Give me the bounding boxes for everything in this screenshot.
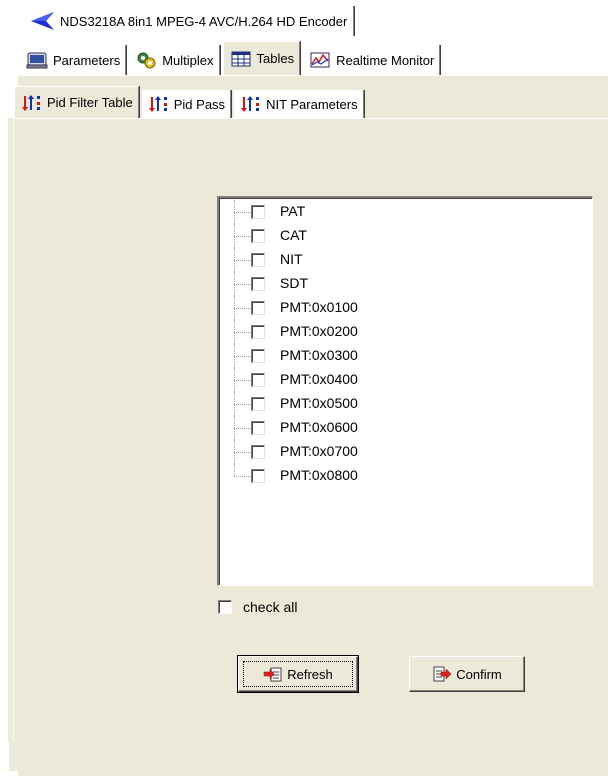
tab-pid-pass[interactable]: Pid Pass: [141, 90, 232, 118]
pid-label: PMT:0x0400: [280, 371, 358, 387]
confirm-icon: [433, 666, 452, 682]
check-all-control[interactable]: check all: [218, 598, 297, 616]
pid-checkbox[interactable]: [251, 301, 265, 315]
pid-icon: [22, 94, 40, 111]
tree-row-pmt-0x0300[interactable]: PMT:0x0300: [219, 344, 592, 368]
pid-filter-panel-footer: [8, 742, 608, 771]
tree-connector: [234, 464, 235, 476]
realtime-monitor-icon: [310, 52, 330, 68]
pid-tree-list[interactable]: PAT CAT NIT SDT PMT:0x0100 PMT:0x0200 PM…: [217, 196, 593, 586]
tree-connector: [234, 452, 251, 453]
pid-checkbox[interactable]: [251, 469, 265, 483]
tab-nit-parameters-label: NIT Parameters: [266, 96, 358, 112]
pid-label: PMT:0x0200: [280, 323, 358, 339]
tree-row-pmt-0x0100[interactable]: PMT:0x0100: [219, 296, 592, 320]
tab-multiplex[interactable]: Multiplex: [129, 45, 220, 75]
tree-connector: [234, 404, 251, 405]
tree-connector: [234, 476, 251, 477]
focus-rectangle: [243, 661, 353, 687]
tree-connector: [234, 332, 251, 333]
pid-label: SDT: [280, 275, 308, 291]
pid-label: CAT: [280, 227, 307, 243]
pid-label: NIT: [280, 251, 303, 267]
tree-row-pmt-0x0500[interactable]: PMT:0x0500: [219, 392, 592, 416]
pid-label: PMT:0x0800: [280, 467, 358, 483]
pid-checkbox[interactable]: [251, 373, 265, 387]
pid-checkbox[interactable]: [251, 421, 265, 435]
tree-row-pmt-0x0400[interactable]: PMT:0x0400: [219, 368, 592, 392]
tree-row-pmt-0x0700[interactable]: PMT:0x0700: [219, 440, 592, 464]
tab-pid-pass-label: Pid Pass: [173, 96, 226, 112]
tree-row-pmt-0x0200[interactable]: PMT:0x0200: [219, 320, 592, 344]
encoder-window: NDS3218A 8in1 MPEG-4 AVC/H.264 HD Encode…: [0, 0, 608, 776]
tree-row-sdt[interactable]: SDT: [219, 272, 592, 296]
pid-checkbox[interactable]: [251, 325, 265, 339]
tree-connector: [234, 260, 251, 261]
pid-checkbox[interactable]: [251, 445, 265, 459]
tree-row-nit[interactable]: NIT: [219, 248, 592, 272]
tab-parameters[interactable]: Parameters: [20, 45, 127, 75]
tab-nit-parameters[interactable]: NIT Parameters: [234, 90, 364, 118]
tree-connector: [234, 428, 251, 429]
refresh-button[interactable]: Refresh: [237, 655, 359, 693]
pid-label: PMT:0x0500: [280, 395, 358, 411]
pid-checkbox[interactable]: [251, 397, 265, 411]
back-arrow-icon: [31, 12, 54, 30]
pid-icon: [148, 96, 167, 112]
pid-label: PMT:0x0300: [280, 347, 358, 363]
tab-realtime-monitor[interactable]: Realtime Monitor: [303, 45, 441, 75]
device-title: NDS3218A 8in1 MPEG-4 AVC/H.264 HD Encode…: [60, 13, 348, 29]
tree-connector: [234, 356, 251, 357]
tab-realtime-monitor-label: Realtime Monitor: [336, 52, 435, 68]
device-title-tab[interactable]: NDS3218A 8in1 MPEG-4 AVC/H.264 HD Encode…: [22, 6, 355, 36]
check-all-checkbox[interactable]: [218, 600, 232, 614]
pid-checkbox[interactable]: [251, 349, 265, 363]
main-tab-strip: Parameters Multiplex Tables Realtime Mon…: [20, 41, 443, 75]
pid-icon: [241, 96, 260, 112]
tree-connector: [234, 284, 251, 285]
tab-multiplex-label: Multiplex: [162, 52, 214, 68]
pid-checkbox[interactable]: [251, 205, 265, 219]
pid-label: PMT:0x0700: [280, 443, 358, 459]
pid-label: PMT:0x0100: [280, 299, 358, 315]
tree-connector: [234, 380, 251, 381]
tree-row-pmt-0x0800[interactable]: PMT:0x0800: [219, 464, 592, 488]
confirm-button[interactable]: Confirm: [409, 656, 525, 692]
parameters-icon: [26, 52, 48, 69]
tab-parameters-label: Parameters: [53, 52, 121, 68]
tab-pid-filter-table-label: Pid Filter Table: [47, 95, 133, 110]
tree-row-pat[interactable]: PAT: [219, 200, 592, 224]
tree-row-cat[interactable]: CAT: [219, 224, 592, 248]
tree-connector: [234, 212, 251, 213]
multiplex-icon: [137, 52, 156, 69]
tables-icon: [231, 51, 250, 66]
tab-tables-label: Tables: [256, 51, 295, 66]
pid-checkbox[interactable]: [251, 229, 265, 243]
pid-label: PMT:0x0600: [280, 419, 358, 435]
tab-tables[interactable]: Tables: [222, 41, 301, 75]
confirm-label: Confirm: [456, 666, 502, 682]
pid-checkbox[interactable]: [251, 253, 265, 267]
tree-connector: [234, 308, 251, 309]
tree-row-pmt-0x0600[interactable]: PMT:0x0600: [219, 416, 592, 440]
sub-tab-strip: Pid Filter Table Pid Pass NIT Parameters: [14, 86, 367, 118]
pid-label: PAT: [280, 203, 306, 219]
pid-checkbox[interactable]: [251, 277, 265, 291]
tab-pid-filter-table[interactable]: Pid Filter Table: [14, 86, 139, 118]
tree-connector: [234, 236, 251, 237]
check-all-label: check all: [243, 599, 298, 615]
